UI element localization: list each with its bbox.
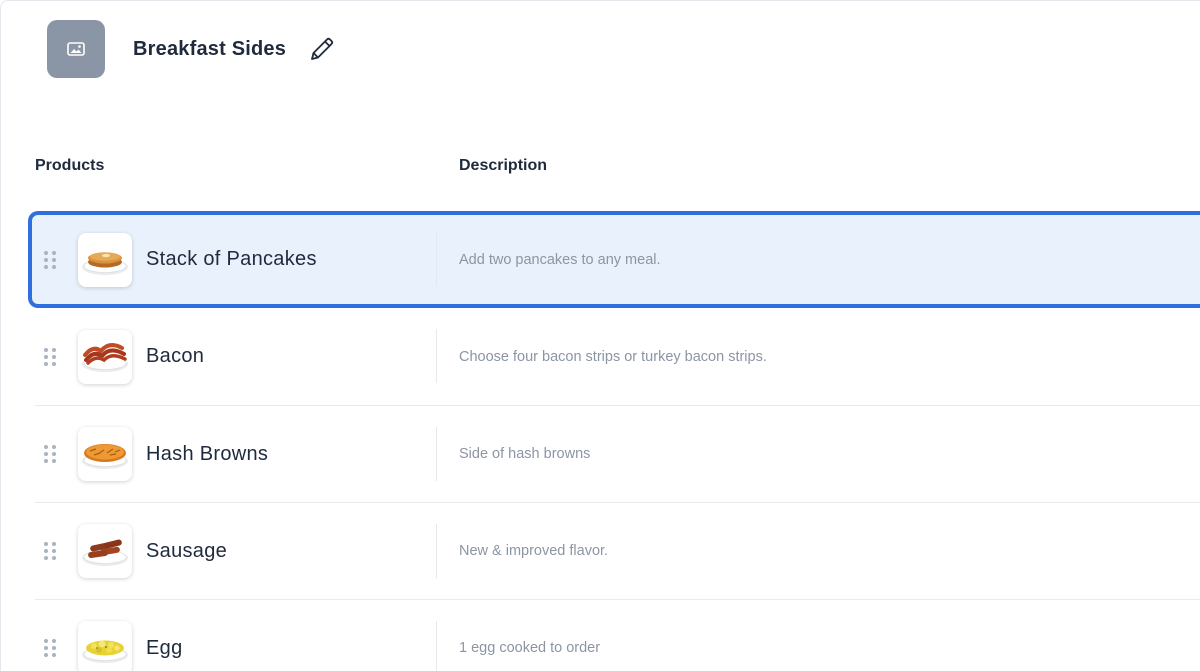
product-row[interactable]: Hash Browns Side of hash browns	[35, 405, 1200, 502]
product-name[interactable]: Sausage	[146, 540, 422, 563]
pencil-icon	[311, 37, 334, 60]
product-image	[78, 621, 132, 671]
drag-handle-icon[interactable]	[39, 248, 61, 272]
product-name[interactable]: Egg	[146, 637, 422, 660]
product-image	[78, 427, 132, 481]
product-row[interactable]: Egg 1 egg cooked to order	[35, 599, 1200, 671]
product-row[interactable]: Sausage New & improved flavor.	[35, 502, 1200, 599]
collection-header: Breakfast Sides	[47, 20, 338, 78]
drag-handle-icon[interactable]	[39, 636, 61, 660]
product-description[interactable]: New & improved flavor.	[459, 543, 608, 559]
product-name[interactable]: Bacon	[146, 345, 422, 368]
edit-title-button[interactable]	[306, 33, 338, 65]
product-description[interactable]: Side of hash browns	[459, 446, 590, 462]
hash-browns-icon	[82, 444, 128, 469]
column-header-description: Description	[459, 157, 548, 174]
image-icon	[67, 42, 85, 56]
column-divider	[436, 329, 437, 383]
pancakes-icon	[82, 251, 128, 275]
egg-icon	[82, 640, 128, 663]
column-divider	[436, 232, 437, 286]
collection-image-button[interactable]	[47, 20, 105, 78]
product-description[interactable]: Choose four bacon strips or turkey bacon…	[459, 349, 767, 365]
column-divider	[436, 524, 437, 578]
product-name[interactable]: Hash Browns	[146, 443, 422, 466]
product-description[interactable]: Add two pancakes to any meal.	[459, 252, 661, 268]
product-row[interactable]: Stack of Pancakes Add two pancakes to an…	[28, 211, 1200, 308]
product-image	[78, 232, 132, 287]
drag-handle-icon[interactable]	[39, 345, 61, 369]
drag-handle-icon[interactable]	[39, 539, 61, 563]
collection-title: Breakfast Sides	[133, 37, 287, 60]
product-row[interactable]: Bacon Choose four bacon strips or turkey…	[35, 308, 1200, 405]
sausage-icon	[82, 539, 128, 566]
drag-handle-icon[interactable]	[39, 442, 61, 466]
column-header-products: Products	[35, 157, 105, 174]
column-divider	[436, 621, 437, 671]
product-image	[78, 329, 132, 384]
product-description[interactable]: 1 egg cooked to order	[459, 640, 600, 656]
bacon-icon	[82, 342, 128, 372]
product-name[interactable]: Stack of Pancakes	[146, 248, 422, 271]
product-image	[78, 524, 132, 578]
collection-editor: Breakfast Sides Products Description Sta…	[0, 0, 1200, 671]
column-divider	[436, 427, 437, 481]
product-list: Stack of Pancakes Add two pancakes to an…	[28, 211, 1200, 671]
